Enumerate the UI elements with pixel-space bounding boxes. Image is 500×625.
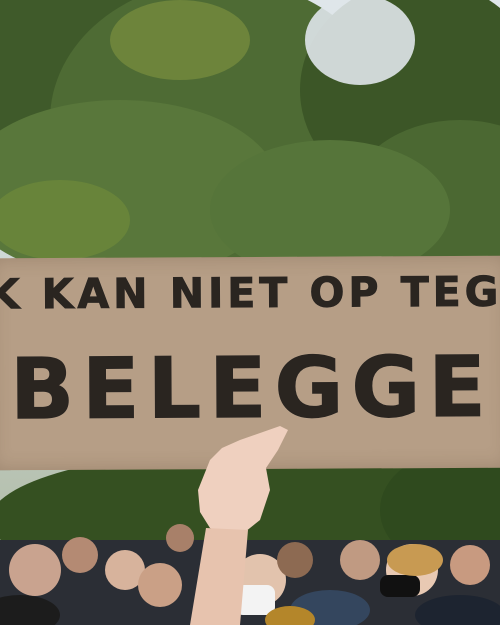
sign-text-line-1: K KAN NIET OP TEGEN: [0, 267, 500, 319]
photo-scene: K KAN NIET OP TEGEN BELEGGERS: [0, 0, 500, 625]
raised-hand: [190, 426, 288, 625]
